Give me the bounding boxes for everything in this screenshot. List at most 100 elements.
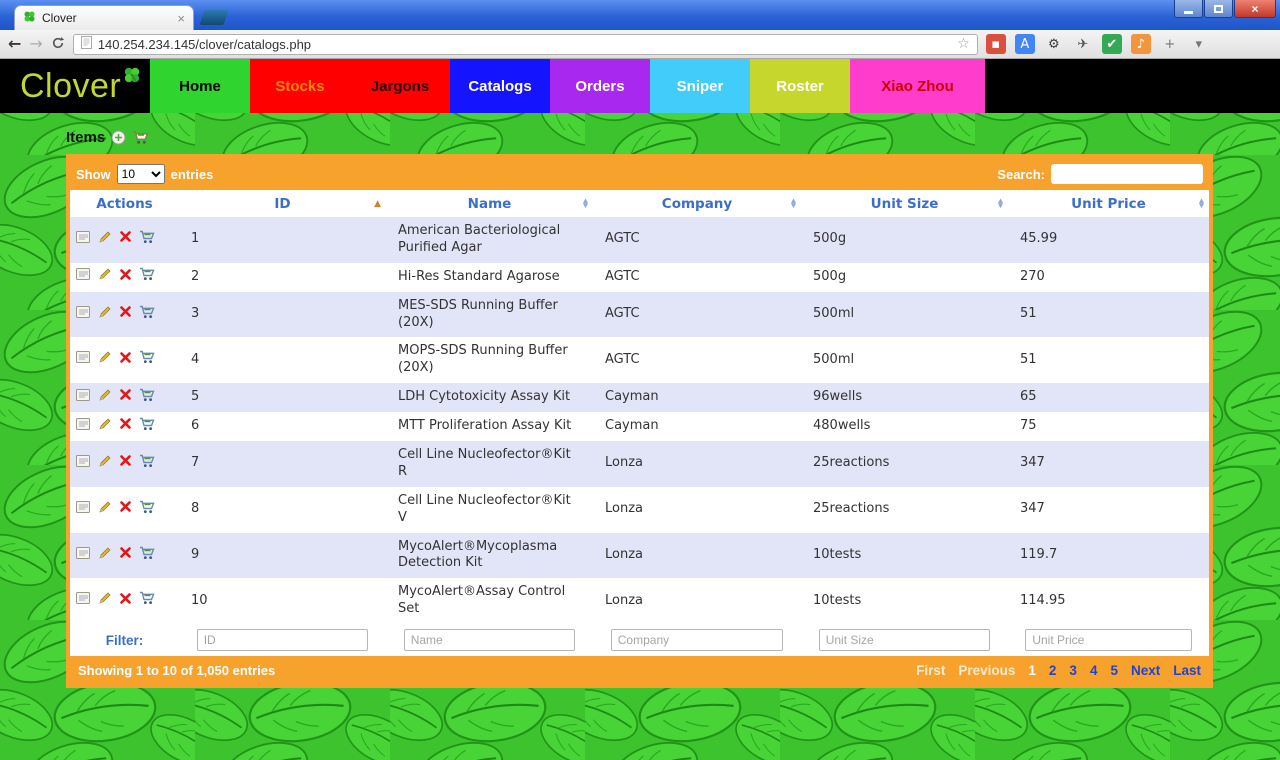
cell-unit-size: 500g: [801, 263, 1008, 292]
edit-icon[interactable]: [98, 230, 112, 250]
cell-unit-price: 347: [1008, 487, 1209, 533]
view-icon[interactable]: [76, 350, 91, 370]
add-to-cart-icon[interactable]: [139, 546, 156, 566]
column-header-unit-size[interactable]: Unit Size▲▼: [801, 190, 1008, 217]
column-header-name[interactable]: Name▲▼: [386, 190, 593, 217]
delete-icon[interactable]: [119, 268, 132, 287]
add-to-cart-icon[interactable]: [139, 454, 156, 474]
delete-icon[interactable]: [119, 230, 132, 249]
pagination-last[interactable]: Last: [1173, 663, 1201, 678]
nav-sniper[interactable]: Sniper: [650, 59, 750, 113]
nav-xiao-zhou[interactable]: Xiao Zhou: [850, 59, 985, 113]
pagination-next[interactable]: Next: [1131, 663, 1160, 678]
logo-text: Clover: [20, 67, 121, 106]
page-2[interactable]: 2: [1049, 663, 1057, 678]
browser-tab[interactable]: Clover ×: [14, 5, 194, 30]
audio-extension-icon[interactable]: ♪: [1131, 34, 1151, 54]
add-to-cart-icon[interactable]: [139, 591, 156, 611]
delete-icon[interactable]: [119, 592, 132, 611]
edit-icon[interactable]: [98, 591, 112, 611]
edit-icon[interactable]: [98, 388, 112, 408]
delete-icon[interactable]: [119, 388, 132, 407]
actions-cell: [70, 441, 179, 487]
new-tab-button[interactable]: [200, 10, 229, 25]
search-input[interactable]: [1051, 164, 1203, 184]
delete-icon[interactable]: [119, 500, 132, 519]
column-header-id[interactable]: ID▲: [179, 190, 386, 217]
page-5[interactable]: 5: [1110, 663, 1118, 678]
extension-red-icon[interactable]: ▪: [986, 34, 1006, 54]
add-to-cart-icon[interactable]: [139, 500, 156, 520]
nav-orders[interactable]: Orders: [550, 59, 650, 113]
filter-unit-size-input[interactable]: [819, 629, 991, 651]
filter-company-input[interactable]: [611, 629, 783, 651]
nav-jargons[interactable]: Jargons: [350, 59, 450, 113]
edit-icon[interactable]: [98, 267, 112, 287]
bookmark-star-icon[interactable]: ☆: [957, 36, 970, 52]
chevron-down-icon[interactable]: ▾: [1189, 34, 1209, 54]
add-to-cart-icon[interactable]: [139, 267, 156, 287]
view-icon[interactable]: [76, 267, 91, 287]
delete-icon[interactable]: [119, 351, 132, 370]
delete-icon[interactable]: [119, 305, 132, 324]
back-button[interactable]: ←: [8, 36, 21, 52]
filter-name-input[interactable]: [404, 629, 576, 651]
delete-icon[interactable]: [119, 454, 132, 473]
plane-extension-icon[interactable]: ✈: [1073, 34, 1093, 54]
view-icon[interactable]: [76, 230, 91, 250]
add-to-cart-icon[interactable]: [139, 388, 156, 408]
view-icon[interactable]: [76, 417, 91, 437]
translate-extension-icon[interactable]: A: [1015, 34, 1035, 54]
cart-icon[interactable]: [132, 130, 150, 145]
catalog-panel: Show 10 entries Search: ActionsID▲Name▲▼…: [66, 154, 1213, 688]
add-to-cart-icon[interactable]: [139, 350, 156, 370]
edit-icon[interactable]: [98, 305, 112, 325]
green-extension-icon[interactable]: ✔: [1102, 34, 1122, 54]
address-bar[interactable]: 140.254.234.145/clover/catalogs.php ☆: [73, 34, 978, 55]
cell-unit-size: 10tests: [801, 533, 1008, 579]
pagination-first[interactable]: First: [916, 663, 945, 678]
nav-catalogs[interactable]: Catalogs: [450, 59, 550, 113]
nav-roster[interactable]: Roster: [750, 59, 850, 113]
cell-name: MTT Proliferation Assay Kit: [386, 412, 593, 441]
delete-icon[interactable]: [119, 546, 132, 565]
add-button-icon[interactable]: +: [1160, 34, 1180, 54]
gear-icon[interactable]: ⚙: [1044, 34, 1064, 54]
view-icon[interactable]: [76, 546, 91, 566]
show-entries-select[interactable]: 10: [117, 164, 165, 184]
column-header-unit-price[interactable]: Unit Price▲▼: [1008, 190, 1209, 217]
add-item-icon[interactable]: [111, 130, 126, 145]
page-1[interactable]: 1: [1028, 663, 1036, 678]
add-to-cart-icon[interactable]: [139, 230, 156, 250]
refresh-button[interactable]: [51, 36, 65, 53]
pagination-previous[interactable]: Previous: [958, 663, 1015, 678]
view-icon[interactable]: [76, 591, 91, 611]
edit-icon[interactable]: [98, 350, 112, 370]
add-to-cart-icon[interactable]: [139, 305, 156, 325]
edit-icon[interactable]: [98, 454, 112, 474]
add-to-cart-icon[interactable]: [139, 417, 156, 437]
filter-id-input[interactable]: [197, 629, 369, 651]
window-close-button[interactable]: ×: [1234, 0, 1276, 18]
forward-button[interactable]: →: [29, 36, 42, 52]
window-minimize-button[interactable]: [1174, 0, 1203, 18]
delete-icon[interactable]: [119, 417, 132, 436]
edit-icon[interactable]: [98, 417, 112, 437]
clover-logo[interactable]: Clover: [0, 59, 150, 113]
page-4[interactable]: 4: [1090, 663, 1098, 678]
view-icon[interactable]: [76, 388, 91, 408]
edit-icon[interactable]: [98, 500, 112, 520]
nav-home[interactable]: Home: [150, 59, 250, 113]
nav-stocks[interactable]: Stocks: [250, 59, 350, 113]
tab-close-icon[interactable]: ×: [177, 12, 185, 25]
window-maximize-button[interactable]: [1204, 0, 1233, 18]
edit-icon[interactable]: [98, 546, 112, 566]
view-icon[interactable]: [76, 305, 91, 325]
column-header-company[interactable]: Company▲▼: [593, 190, 801, 217]
filter-unit-price-input[interactable]: [1025, 629, 1191, 651]
view-icon[interactable]: [76, 454, 91, 474]
cell-unit-price: 45.99: [1008, 217, 1209, 263]
view-icon[interactable]: [76, 500, 91, 520]
page-3[interactable]: 3: [1069, 663, 1077, 678]
cell-unit-size: 25reactions: [801, 487, 1008, 533]
